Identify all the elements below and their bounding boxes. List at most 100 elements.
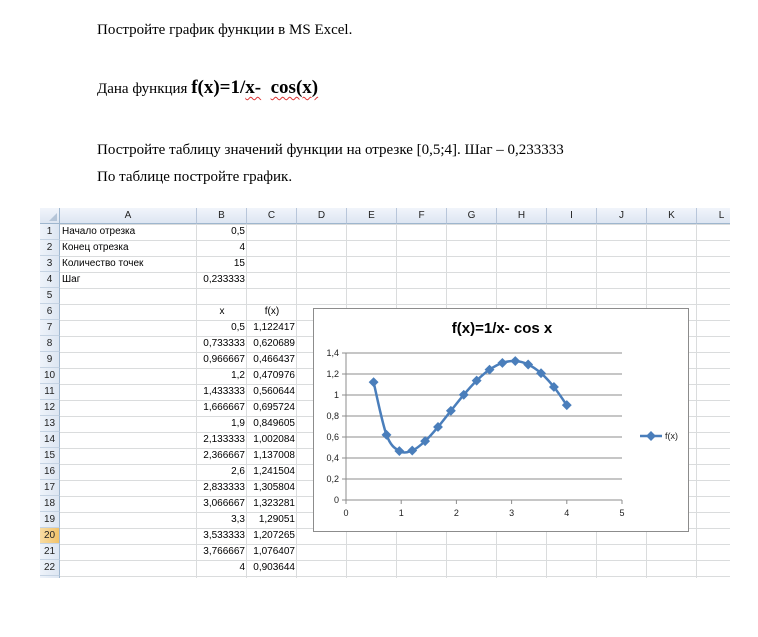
table-cell-fx[interactable]: 0,620689	[247, 336, 297, 352]
param-label[interactable]: Количество точек	[60, 256, 197, 272]
table-cell-fx[interactable]: 1,29051	[247, 512, 297, 528]
table-cell-fx[interactable]: 0,903644	[247, 560, 297, 576]
row-header-22[interactable]: 22	[40, 560, 60, 576]
column-header-k[interactable]: K	[647, 208, 697, 224]
row-header-20[interactable]: 20	[40, 528, 60, 544]
row-header-16[interactable]: 16	[40, 464, 60, 480]
column-header-d[interactable]: D	[297, 208, 347, 224]
table-cell-x[interactable]: 0,966667	[197, 352, 247, 368]
formula-part-c: cos(x)	[270, 77, 319, 98]
y-tick-label: 0,2	[326, 474, 339, 484]
row-header-19[interactable]: 19	[40, 512, 60, 528]
table-cell-x[interactable]: 3,066667	[197, 496, 247, 512]
column-header-a[interactable]: A	[60, 208, 197, 224]
table-cell-fx[interactable]: 0,466437	[247, 352, 297, 368]
table-cell-x[interactable]: 1,9	[197, 416, 247, 432]
table-cell-x[interactable]: 2,366667	[197, 448, 247, 464]
row-header-6[interactable]: 6	[40, 304, 60, 320]
document-line-2: Дана функция f(x)=1/x- cos(x)	[97, 77, 318, 99]
row-header-10[interactable]: 10	[40, 368, 60, 384]
param-label[interactable]: Конец отрезка	[60, 240, 197, 256]
document-line-3: Постройте таблицу значений функции на от…	[97, 142, 564, 158]
column-gridline	[696, 224, 697, 578]
y-tick-label: 0,8	[326, 411, 339, 421]
legend-label: f(x)	[665, 431, 678, 441]
table-cell-x[interactable]: 0,733333	[197, 336, 247, 352]
row-header-14[interactable]: 14	[40, 432, 60, 448]
table-cell-x[interactable]: 0,5	[197, 320, 247, 336]
x-tick-label: 2	[454, 508, 459, 518]
table-cell-fx[interactable]: 0,849605	[247, 416, 297, 432]
y-tick-label: 0	[334, 495, 339, 505]
table-header-x[interactable]: x	[197, 304, 247, 320]
row-header-8[interactable]: 8	[40, 336, 60, 352]
param-value[interactable]: 15	[197, 256, 247, 272]
row-header-2[interactable]: 2	[40, 240, 60, 256]
table-cell-fx[interactable]: 1,002084	[247, 432, 297, 448]
column-header-l[interactable]: L	[697, 208, 730, 224]
table-cell-x[interactable]: 4	[197, 560, 247, 576]
table-cell-fx[interactable]: 0,470976	[247, 368, 297, 384]
column-header-e[interactable]: E	[347, 208, 397, 224]
param-label[interactable]: Начало отрезка	[60, 224, 197, 240]
chart-canvas: f(x)=1/x- cos x 0 0,2 0,4 0,6 0,8 1 1,2 1,4 0 1 2 3 4…	[326, 320, 678, 518]
table-cell-x[interactable]: 3,766667	[197, 544, 247, 560]
row-header-1[interactable]: 1	[40, 224, 60, 240]
row-header-13[interactable]: 13	[40, 416, 60, 432]
table-cell-x[interactable]: 2,6	[197, 464, 247, 480]
column-header-c[interactable]: C	[247, 208, 297, 224]
row-header-21[interactable]: 21	[40, 544, 60, 560]
x-tick-label: 4	[564, 508, 569, 518]
row-header-5[interactable]: 5	[40, 288, 60, 304]
chart: f(x)=1/x- cos x 0 0,2 0,4 0,6 0,8 1 1,2 1,4 0 1 2 3 4…	[313, 308, 689, 532]
column-header-i[interactable]: I	[547, 208, 597, 224]
y-tick-label: 1,2	[326, 369, 339, 379]
table-cell-x[interactable]: 1,2	[197, 368, 247, 384]
table-cell-x[interactable]: 1,433333	[197, 384, 247, 400]
row-header-17[interactable]: 17	[40, 480, 60, 496]
data-point	[407, 445, 418, 456]
row-header-11[interactable]: 11	[40, 384, 60, 400]
table-cell-x[interactable]: 1,666667	[197, 400, 247, 416]
table-cell-fx[interactable]: 1,122417	[247, 320, 297, 336]
param-value[interactable]: 4	[197, 240, 247, 256]
row-header-18[interactable]: 18	[40, 496, 60, 512]
column-header-b[interactable]: B	[197, 208, 247, 224]
data-point	[523, 359, 534, 370]
table-cell-fx[interactable]: 1,323281	[247, 496, 297, 512]
table-cell-fx[interactable]: 1,305804	[247, 480, 297, 496]
y-tick-label: 1	[334, 390, 339, 400]
param-label[interactable]: Шаг	[60, 272, 197, 288]
data-point	[381, 429, 392, 440]
y-tick-label: 0,6	[326, 432, 339, 442]
column-header-j[interactable]: J	[597, 208, 647, 224]
table-cell-x[interactable]: 2,133333	[197, 432, 247, 448]
row-header-9[interactable]: 9	[40, 352, 60, 368]
x-tick-label: 3	[509, 508, 514, 518]
column-header-g[interactable]: G	[447, 208, 497, 224]
row-header-4[interactable]: 4	[40, 272, 60, 288]
chart-title: f(x)=1/x- cos x	[452, 320, 553, 337]
table-cell-x[interactable]: 3,533333	[197, 528, 247, 544]
table-cell-fx[interactable]: 0,560644	[247, 384, 297, 400]
table-cell-fx[interactable]: 1,207265	[247, 528, 297, 544]
param-value[interactable]: 0,233333	[197, 272, 247, 288]
table-cell-fx[interactable]: 1,137008	[247, 448, 297, 464]
table-cell-fx[interactable]: 1,241504	[247, 464, 297, 480]
column-header-h[interactable]: H	[497, 208, 547, 224]
table-cell-fx[interactable]: 1,076407	[247, 544, 297, 560]
column-header-f[interactable]: F	[397, 208, 447, 224]
data-point	[497, 357, 508, 368]
table-cell-x[interactable]: 3,3	[197, 512, 247, 528]
param-value[interactable]: 0,5	[197, 224, 247, 240]
table-cell-fx[interactable]: 0,695724	[247, 400, 297, 416]
table-cell-x[interactable]: 2,833333	[197, 480, 247, 496]
row-header-12[interactable]: 12	[40, 400, 60, 416]
row-header-7[interactable]: 7	[40, 320, 60, 336]
row-header-23[interactable]: 23	[40, 576, 60, 578]
row-header-3[interactable]: 3	[40, 256, 60, 272]
row-header-15[interactable]: 15	[40, 448, 60, 464]
select-all-corner[interactable]	[40, 208, 60, 224]
table-header-fx[interactable]: f(x)	[247, 304, 297, 320]
document-line-4: По таблице постройте график.	[97, 169, 293, 185]
